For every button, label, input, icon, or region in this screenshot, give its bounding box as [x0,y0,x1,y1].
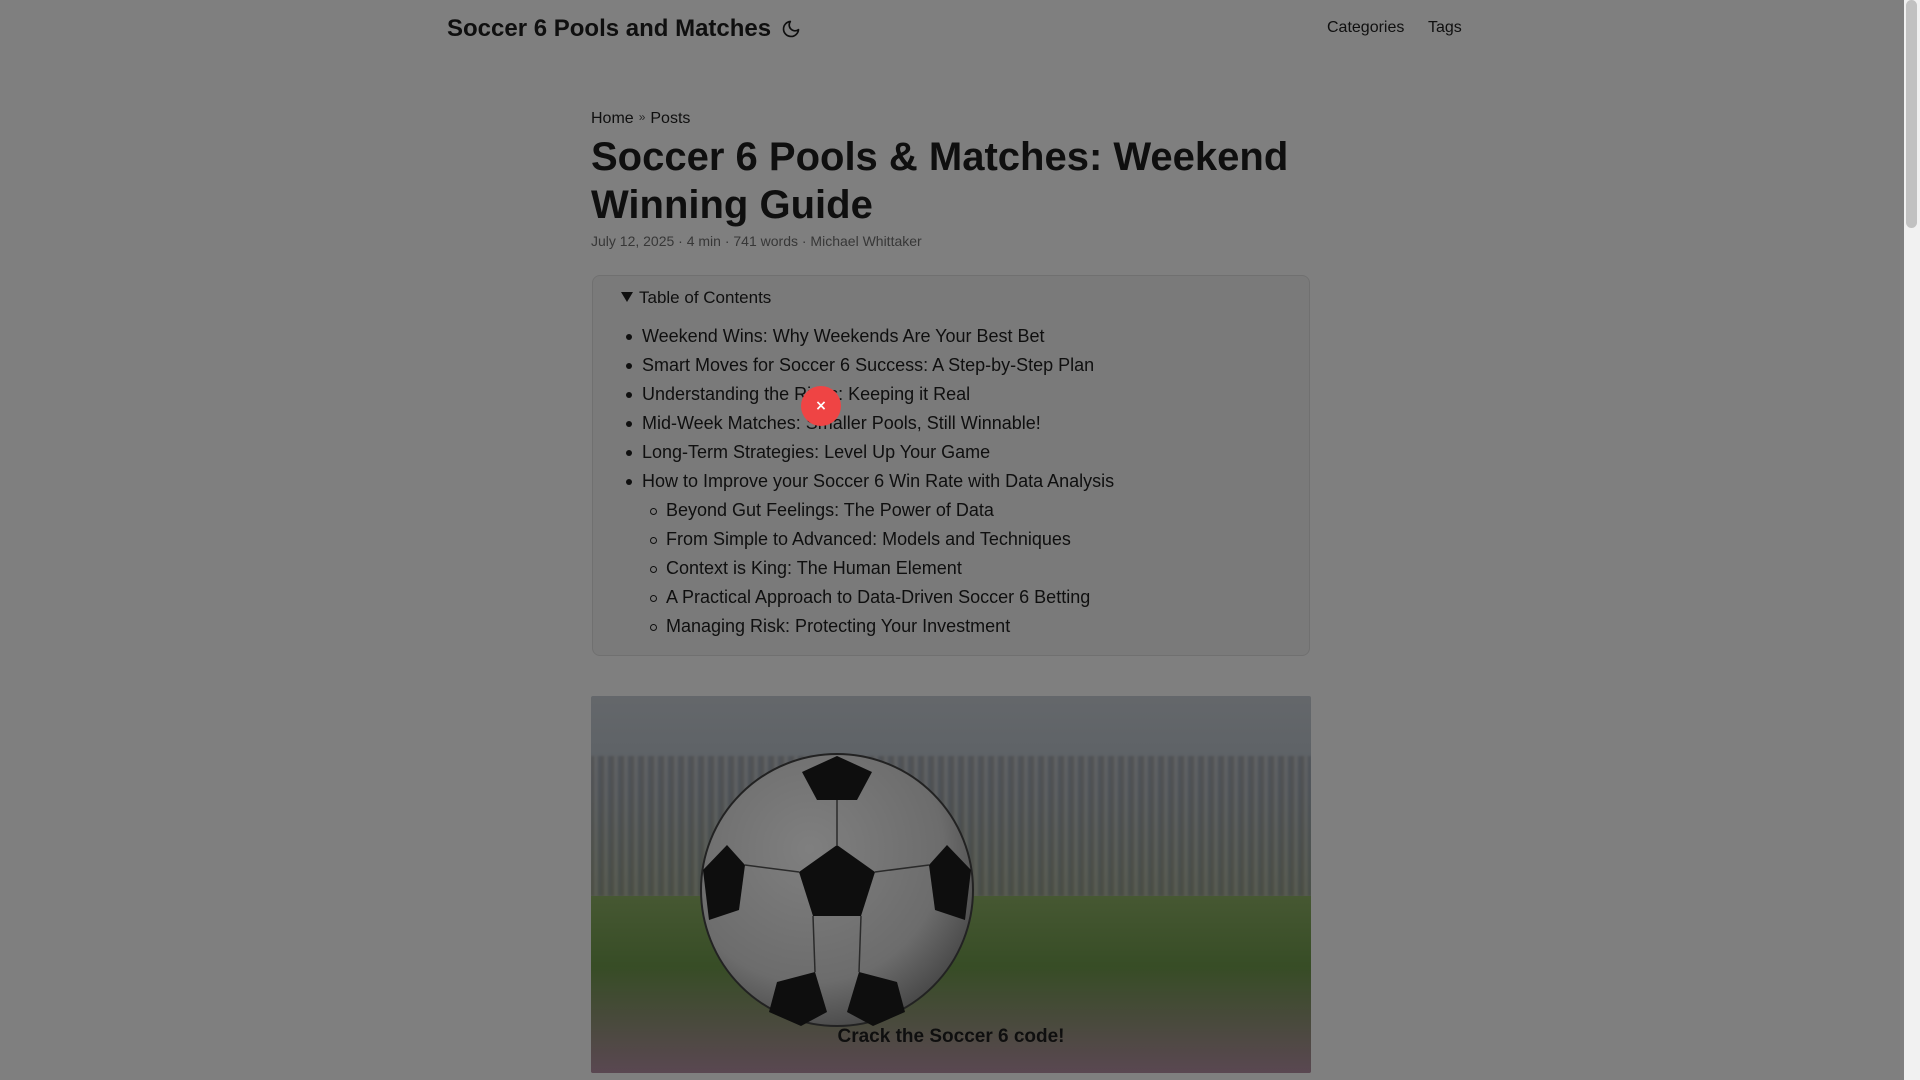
scrollbar-thumb[interactable] [1906,0,1917,228]
modal-overlay[interactable] [0,0,1904,1080]
close-button[interactable]: × [801,386,841,426]
